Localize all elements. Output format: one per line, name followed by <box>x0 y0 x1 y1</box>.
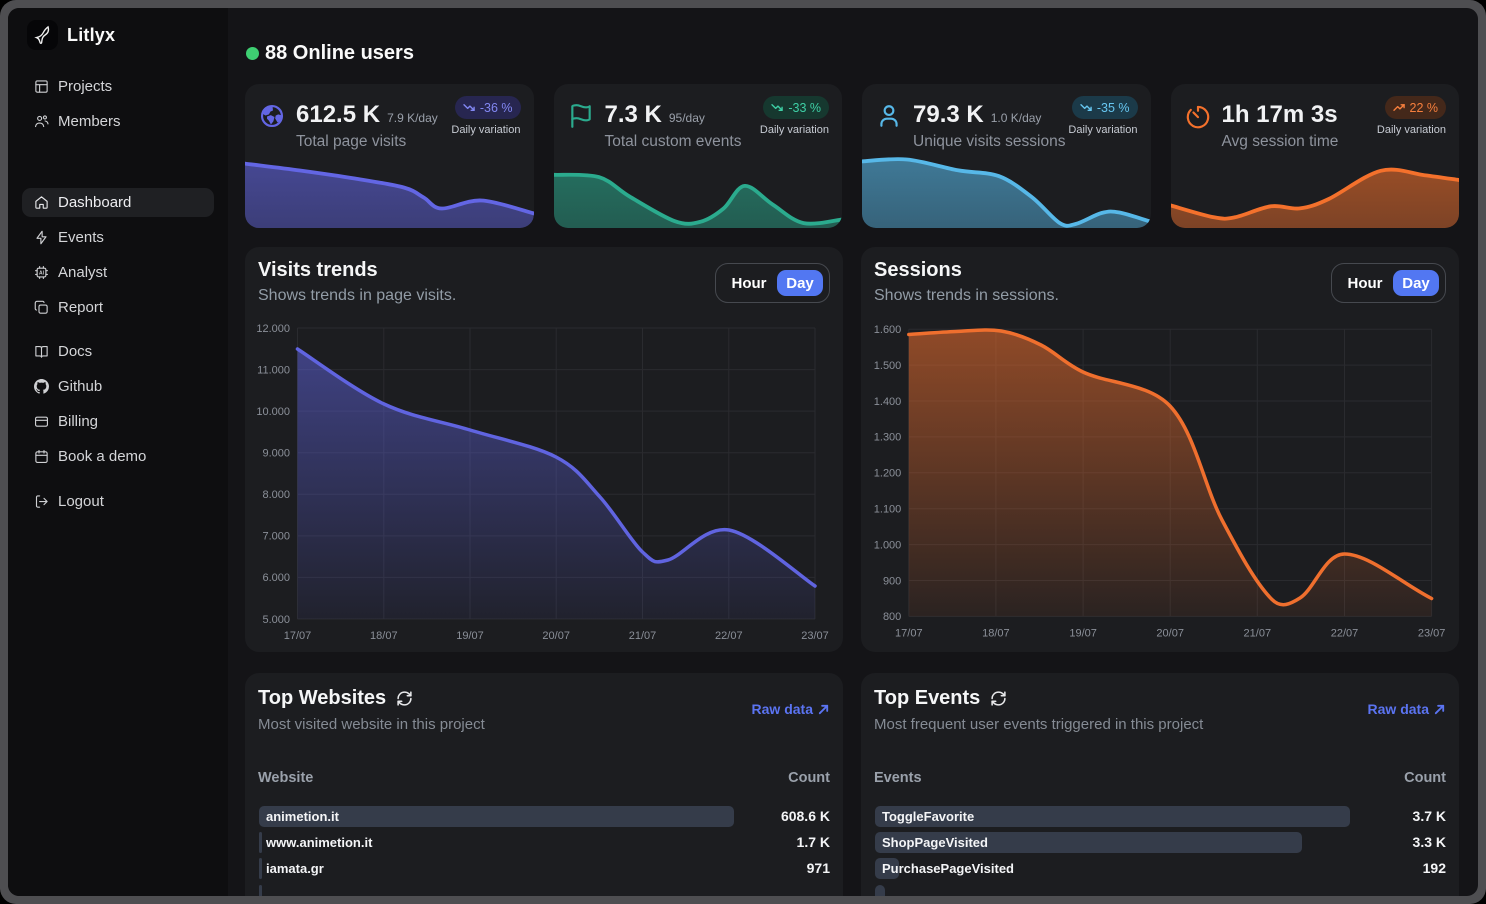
svg-text:11.000: 11.000 <box>257 364 290 376</box>
svg-text:18/07: 18/07 <box>982 627 1010 639</box>
svg-text:8.000: 8.000 <box>262 489 290 501</box>
svg-text:1.300: 1.300 <box>874 432 902 444</box>
svg-text:21/07: 21/07 <box>1244 627 1272 639</box>
svg-text:22/07: 22/07 <box>715 630 743 642</box>
svg-text:1.400: 1.400 <box>874 396 902 408</box>
svg-text:19/07: 19/07 <box>456 630 484 642</box>
svg-text:23/07: 23/07 <box>801 630 829 642</box>
svg-text:19/07: 19/07 <box>1069 627 1097 639</box>
svg-text:5.000: 5.000 <box>262 614 290 626</box>
svg-text:800: 800 <box>883 611 901 623</box>
svg-text:1.500: 1.500 <box>874 360 902 372</box>
svg-text:9.000: 9.000 <box>262 448 290 460</box>
svg-text:900: 900 <box>883 575 901 587</box>
svg-text:10.000: 10.000 <box>256 406 290 418</box>
svg-text:12.000: 12.000 <box>256 323 290 335</box>
svg-text:1.000: 1.000 <box>874 539 902 551</box>
svg-text:6.000: 6.000 <box>262 572 290 584</box>
svg-text:1.600: 1.600 <box>874 324 902 336</box>
svg-text:17/07: 17/07 <box>895 627 923 639</box>
svg-text:20/07: 20/07 <box>542 630 570 642</box>
svg-text:17/07: 17/07 <box>284 630 312 642</box>
svg-text:18/07: 18/07 <box>370 630 398 642</box>
svg-text:AI: AI <box>39 270 45 276</box>
svg-text:1.100: 1.100 <box>874 504 902 516</box>
svg-text:23/07: 23/07 <box>1418 627 1446 639</box>
svg-text:22/07: 22/07 <box>1331 627 1359 639</box>
svg-text:7.000: 7.000 <box>262 531 290 543</box>
svg-text:20/07: 20/07 <box>1156 627 1184 639</box>
svg-text:21/07: 21/07 <box>629 630 657 642</box>
svg-text:1.200: 1.200 <box>874 468 902 480</box>
